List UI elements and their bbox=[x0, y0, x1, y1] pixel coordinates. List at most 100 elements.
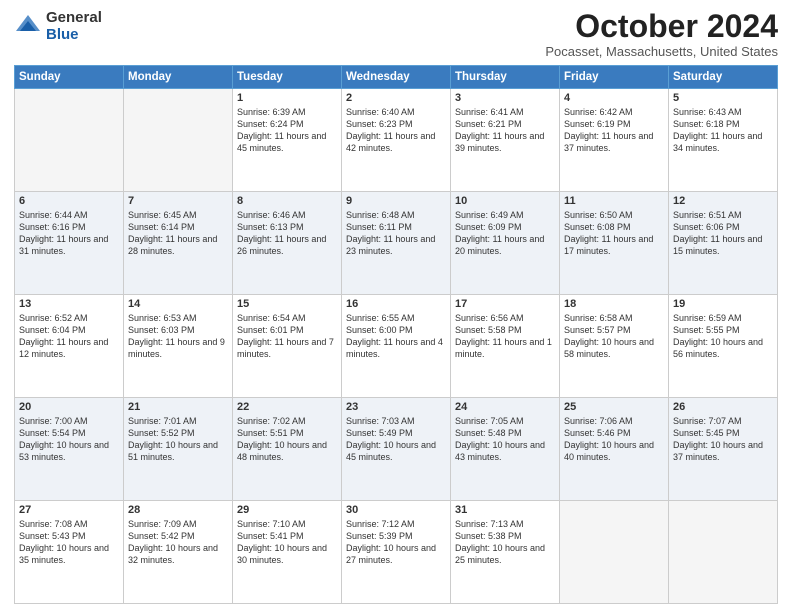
day-number: 30 bbox=[346, 504, 446, 516]
header: General Blue October 2024 Pocasset, Mass… bbox=[14, 10, 778, 59]
logo-general: General bbox=[46, 10, 102, 27]
calendar-cell: 16 Sunrise: 6:55 AMSunset: 6:00 PMDayligh… bbox=[342, 295, 451, 398]
calendar-cell: 22 Sunrise: 7:02 AMSunset: 5:51 PMDayligh… bbox=[233, 398, 342, 501]
day-info: Sunrise: 7:06 AMSunset: 5:46 PMDaylight:… bbox=[564, 415, 664, 464]
calendar-cell: 12 Sunrise: 6:51 AMSunset: 6:06 PMDayligh… bbox=[669, 192, 778, 295]
day-info: Sunrise: 6:42 AMSunset: 6:19 PMDaylight:… bbox=[564, 106, 664, 155]
day-number: 17 bbox=[455, 298, 555, 310]
calendar-cell: 26Sunrise: 7:07 AMSunset: 5:45 PMDayligh… bbox=[669, 398, 778, 501]
day-number: 23 bbox=[346, 401, 446, 413]
day-number: 22 bbox=[237, 401, 337, 413]
day-info: Sunrise: 6:46 AMSunset: 6:13 PMDaylight:… bbox=[237, 209, 337, 258]
day-info: Sunrise: 6:49 AMSunset: 6:09 PMDaylight:… bbox=[455, 209, 555, 258]
day-info: Sunrise: 7:03 AMSunset: 5:49 PMDaylight:… bbox=[346, 415, 446, 464]
calendar-week-row: 1Sunrise: 6:39 AMSunset: 6:24 PMDaylight… bbox=[15, 89, 778, 192]
calendar-cell: 19 Sunrise: 6:59 AMSunset: 5:55 PMDayligh… bbox=[669, 295, 778, 398]
weekday-header: Monday bbox=[124, 66, 233, 89]
calendar-cell: 29 Sunrise: 7:10 AMSunset: 5:41 PMDayligh… bbox=[233, 501, 342, 604]
calendar-cell: 25 Sunrise: 7:06 AMSunset: 5:46 PMDayligh… bbox=[560, 398, 669, 501]
day-info: Sunrise: 6:41 AMSunset: 6:21 PMDaylight:… bbox=[455, 106, 555, 155]
weekday-header: Tuesday bbox=[233, 66, 342, 89]
calendar-cell: 30 Sunrise: 7:12 AMSunset: 5:39 PMDayligh… bbox=[342, 501, 451, 604]
weekday-header: Wednesday bbox=[342, 66, 451, 89]
day-info: Sunrise: 6:55 AMSunset: 6:00 PMDaylight:… bbox=[346, 312, 446, 361]
day-info: Sunrise: 7:01 AMSunset: 5:52 PMDaylight:… bbox=[128, 415, 228, 464]
day-info: Sunrise: 6:59 AMSunset: 5:55 PMDaylight:… bbox=[673, 312, 773, 361]
day-number: 16 bbox=[346, 298, 446, 310]
day-number: 9 bbox=[346, 195, 446, 207]
calendar-cell: 2Sunrise: 6:40 AMSunset: 6:23 PMDaylight… bbox=[342, 89, 451, 192]
day-info: Sunrise: 6:54 AMSunset: 6:01 PMDaylight:… bbox=[237, 312, 337, 361]
month-title: October 2024 bbox=[545, 10, 778, 42]
calendar-table: SundayMondayTuesdayWednesdayThursdayFrid… bbox=[14, 65, 778, 604]
day-number: 18 bbox=[564, 298, 664, 310]
calendar-week-row: 20Sunrise: 7:00 AMSunset: 5:54 PMDayligh… bbox=[15, 398, 778, 501]
calendar-cell: 20Sunrise: 7:00 AMSunset: 5:54 PMDayligh… bbox=[15, 398, 124, 501]
title-block: October 2024 Pocasset, Massachusetts, Un… bbox=[545, 10, 778, 59]
day-number: 19 bbox=[673, 298, 773, 310]
calendar-cell: 13Sunrise: 6:52 AMSunset: 6:04 PMDayligh… bbox=[15, 295, 124, 398]
calendar-cell: 27 Sunrise: 7:08 AMSunset: 5:43 PMDayligh… bbox=[15, 501, 124, 604]
day-info: Sunrise: 7:13 AMSunset: 5:38 PMDaylight:… bbox=[455, 518, 555, 567]
calendar-cell bbox=[15, 89, 124, 192]
calendar-cell bbox=[124, 89, 233, 192]
day-number: 12 bbox=[673, 195, 773, 207]
calendar-cell: 17 Sunrise: 6:56 AMSunset: 5:58 PMDayligh… bbox=[451, 295, 560, 398]
day-number: 10 bbox=[455, 195, 555, 207]
day-number: 28 bbox=[128, 504, 228, 516]
day-info: Sunrise: 6:43 AMSunset: 6:18 PMDaylight:… bbox=[673, 106, 773, 155]
day-info: Sunrise: 7:05 AMSunset: 5:48 PMDaylight:… bbox=[455, 415, 555, 464]
calendar-cell: 6 Sunrise: 6:44 AMSunset: 6:16 PMDaylight… bbox=[15, 192, 124, 295]
day-number: 8 bbox=[237, 195, 337, 207]
weekday-header: Friday bbox=[560, 66, 669, 89]
day-number: 1 bbox=[237, 92, 337, 104]
day-info: Sunrise: 6:56 AMSunset: 5:58 PMDaylight:… bbox=[455, 312, 555, 361]
calendar-cell: 8 Sunrise: 6:46 AMSunset: 6:13 PMDaylight… bbox=[233, 192, 342, 295]
calendar-cell: 28Sunrise: 7:09 AMSunset: 5:42 PMDayligh… bbox=[124, 501, 233, 604]
day-number: 11 bbox=[564, 195, 664, 207]
day-number: 21 bbox=[128, 401, 228, 413]
calendar-cell: 24 Sunrise: 7:05 AMSunset: 5:48 PMDayligh… bbox=[451, 398, 560, 501]
location: Pocasset, Massachusetts, United States bbox=[545, 44, 778, 59]
day-number: 15 bbox=[237, 298, 337, 310]
calendar-cell: 10 Sunrise: 6:49 AMSunset: 6:09 PMDayligh… bbox=[451, 192, 560, 295]
calendar-cell: 9 Sunrise: 6:48 AMSunset: 6:11 PMDaylight… bbox=[342, 192, 451, 295]
day-info: Sunrise: 7:00 AMSunset: 5:54 PMDaylight:… bbox=[19, 415, 119, 464]
day-number: 27 bbox=[19, 504, 119, 516]
logo: General Blue bbox=[14, 10, 102, 43]
day-info: Sunrise: 7:02 AMSunset: 5:51 PMDaylight:… bbox=[237, 415, 337, 464]
calendar-cell bbox=[560, 501, 669, 604]
logo-icon bbox=[14, 13, 42, 41]
calendar-cell: 21 Sunrise: 7:01 AMSunset: 5:52 PMDayligh… bbox=[124, 398, 233, 501]
day-info: Sunrise: 6:44 AMSunset: 6:16 PMDaylight:… bbox=[19, 209, 119, 258]
day-info: Sunrise: 7:08 AMSunset: 5:43 PMDaylight:… bbox=[19, 518, 119, 567]
calendar-cell: 1Sunrise: 6:39 AMSunset: 6:24 PMDaylight… bbox=[233, 89, 342, 192]
calendar-cell: 7Sunrise: 6:45 AMSunset: 6:14 PMDaylight… bbox=[124, 192, 233, 295]
calendar-cell bbox=[669, 501, 778, 604]
logo-blue: Blue bbox=[46, 27, 102, 44]
day-number: 25 bbox=[564, 401, 664, 413]
logo-text: General Blue bbox=[46, 10, 102, 43]
day-number: 24 bbox=[455, 401, 555, 413]
calendar-cell: 31Sunrise: 7:13 AMSunset: 5:38 PMDayligh… bbox=[451, 501, 560, 604]
calendar-cell: 18 Sunrise: 6:58 AMSunset: 5:57 PMDayligh… bbox=[560, 295, 669, 398]
day-number: 6 bbox=[19, 195, 119, 207]
weekday-header: Saturday bbox=[669, 66, 778, 89]
calendar-cell: 11 Sunrise: 6:50 AMSunset: 6:08 PMDayligh… bbox=[560, 192, 669, 295]
day-info: Sunrise: 7:10 AMSunset: 5:41 PMDaylight:… bbox=[237, 518, 337, 567]
day-info: Sunrise: 6:40 AMSunset: 6:23 PMDaylight:… bbox=[346, 106, 446, 155]
calendar-cell: 23 Sunrise: 7:03 AMSunset: 5:49 PMDayligh… bbox=[342, 398, 451, 501]
calendar-header-row: SundayMondayTuesdayWednesdayThursdayFrid… bbox=[15, 66, 778, 89]
day-number: 14 bbox=[128, 298, 228, 310]
calendar-cell: 5 Sunrise: 6:43 AMSunset: 6:18 PMDaylight… bbox=[669, 89, 778, 192]
day-info: Sunrise: 6:58 AMSunset: 5:57 PMDaylight:… bbox=[564, 312, 664, 361]
day-info: Sunrise: 6:48 AMSunset: 6:11 PMDaylight:… bbox=[346, 209, 446, 258]
weekday-header: Sunday bbox=[15, 66, 124, 89]
day-info: Sunrise: 7:12 AMSunset: 5:39 PMDaylight:… bbox=[346, 518, 446, 567]
day-info: Sunrise: 6:51 AMSunset: 6:06 PMDaylight:… bbox=[673, 209, 773, 258]
calendar-week-row: 13Sunrise: 6:52 AMSunset: 6:04 PMDayligh… bbox=[15, 295, 778, 398]
calendar-week-row: 6 Sunrise: 6:44 AMSunset: 6:16 PMDaylight… bbox=[15, 192, 778, 295]
day-number: 29 bbox=[237, 504, 337, 516]
day-number: 5 bbox=[673, 92, 773, 104]
day-info: Sunrise: 6:50 AMSunset: 6:08 PMDaylight:… bbox=[564, 209, 664, 258]
